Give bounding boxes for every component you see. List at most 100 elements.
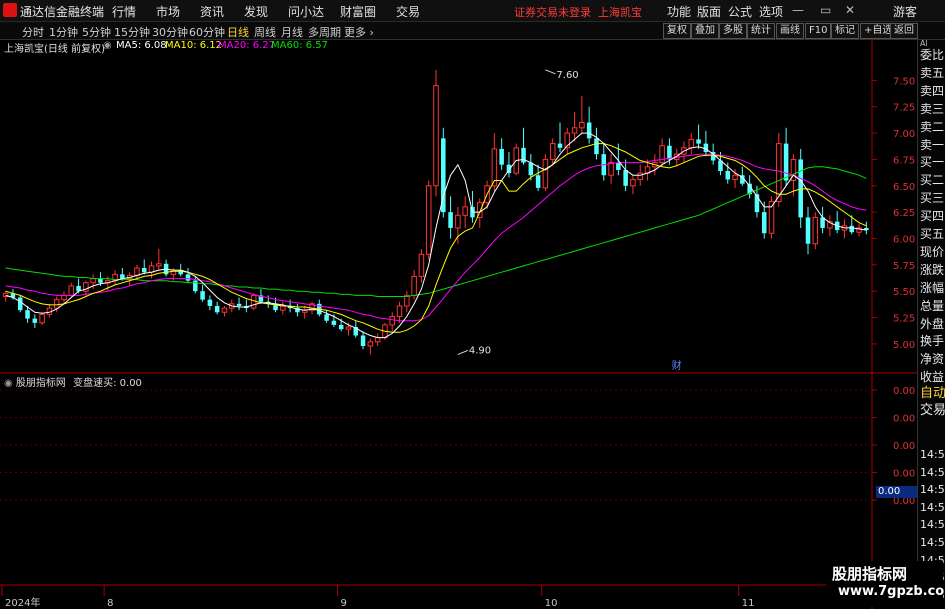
menu-discover[interactable]: 发现 bbox=[244, 3, 268, 20]
sidebar-time: 14:56 bbox=[920, 483, 945, 497]
candle-body bbox=[411, 275, 417, 296]
candle-body bbox=[571, 127, 578, 134]
sidebar-item[interactable]: 卖一 bbox=[920, 137, 945, 154]
sidebar-item[interactable]: 委比 bbox=[920, 47, 945, 64]
sidebar-item[interactable]: 涨幅 bbox=[920, 280, 945, 297]
candle-body bbox=[214, 305, 220, 313]
period-30min[interactable]: 30分钟 bbox=[152, 24, 188, 40]
menu-quotes[interactable]: 行情 bbox=[112, 3, 136, 20]
menu-market[interactable]: 市场 bbox=[156, 3, 180, 20]
minimize-icon[interactable]: — bbox=[792, 3, 804, 17]
annotation-pointer bbox=[545, 69, 556, 75]
xtick-label: 8 bbox=[107, 598, 113, 609]
menu-options[interactable]: 选项 bbox=[759, 3, 783, 20]
period-more[interactable]: 更多 › bbox=[344, 24, 374, 40]
sub-tick-label: 0.00 bbox=[893, 386, 915, 397]
period-weekly[interactable]: 周线 bbox=[254, 24, 276, 40]
watermark-url: www.7gpzb.com bbox=[838, 584, 945, 599]
xtick-label: 10 bbox=[545, 598, 558, 609]
candle-body bbox=[236, 303, 242, 306]
menu-layout[interactable]: 版面 bbox=[697, 3, 721, 20]
sidebar-item[interactable]: 卖四 bbox=[920, 83, 945, 100]
candle-body bbox=[608, 162, 614, 176]
sidebar-item[interactable]: 卖五 bbox=[920, 65, 945, 82]
sidebar-item[interactable]: 收益 bbox=[920, 369, 945, 386]
period-toolbar: 分时 1分钟 5分钟 15分钟 30分钟 60分钟 日线 周线 月线 多周期 更… bbox=[0, 22, 945, 40]
stats-button[interactable]: 统计 bbox=[747, 23, 775, 39]
candle-body bbox=[61, 294, 67, 301]
app-title: 通达信金融终端 bbox=[20, 5, 105, 19]
login-notice[interactable]: 证券交易未登录 上海凯宝 bbox=[514, 4, 642, 20]
sidebar-item[interactable]: 卖二 bbox=[920, 119, 945, 136]
candle-body bbox=[404, 294, 410, 307]
candle-body bbox=[374, 337, 381, 343]
sidebar-item[interactable]: 总量 bbox=[920, 298, 945, 315]
sidebar-item[interactable]: 买三 bbox=[920, 190, 945, 207]
candle-body bbox=[98, 278, 103, 283]
site-watermark: 股朋指标网 www.7gpzb.com bbox=[826, 561, 945, 607]
sub-tick-label: 0.00 bbox=[893, 469, 915, 480]
sidebar-time: 14:56 bbox=[920, 500, 945, 514]
period-60min[interactable]: 60分钟 bbox=[189, 24, 225, 40]
sidebar-item[interactable]: 外盘 bbox=[920, 316, 945, 333]
mark-button[interactable]: 标记 bbox=[831, 23, 859, 39]
adjust-button[interactable]: 复权 bbox=[663, 23, 691, 39]
event-marker: 财 bbox=[672, 359, 682, 372]
candle-body bbox=[90, 278, 96, 284]
sidebar-item[interactable]: 买五 bbox=[920, 226, 945, 243]
candle-body bbox=[345, 326, 352, 330]
indicator-settings-icon[interactable]: ◉ bbox=[4, 378, 13, 389]
period-1min[interactable]: 1分钟 bbox=[49, 24, 78, 40]
menu-news[interactable]: 资讯 bbox=[200, 3, 224, 20]
draw-button[interactable]: 画线 bbox=[776, 23, 804, 39]
overlay-button[interactable]: 叠加 bbox=[691, 23, 719, 39]
close-icon[interactable]: ✕ bbox=[845, 3, 855, 17]
indicator-name: 股朋指标网 bbox=[15, 378, 66, 389]
sidebar-item[interactable]: 卖三 bbox=[920, 101, 945, 118]
sub-tick-label: 0.00 bbox=[893, 414, 915, 425]
menu-trade[interactable]: 交易 bbox=[396, 3, 420, 20]
candle-body bbox=[549, 143, 556, 160]
multi-stock-button[interactable]: 多股 bbox=[719, 23, 747, 39]
menu-ask[interactable]: 问小达 bbox=[288, 3, 324, 20]
candle-body bbox=[557, 143, 563, 148]
candle-body bbox=[696, 139, 701, 144]
period-multi[interactable]: 多周期 bbox=[308, 24, 341, 40]
xtick-label: 9 bbox=[341, 598, 347, 609]
candle-body bbox=[367, 341, 374, 347]
sidebar-item[interactable]: 净资 bbox=[920, 351, 945, 368]
period-daily[interactable]: 日线 bbox=[227, 24, 249, 40]
period-15min[interactable]: 15分钟 bbox=[114, 24, 150, 40]
auto-trade-label[interactable]: 自动 bbox=[920, 385, 945, 402]
candle-body bbox=[586, 122, 592, 139]
menu-wealth[interactable]: 财富圈 bbox=[340, 3, 376, 20]
candle-body bbox=[32, 318, 38, 323]
guest-label[interactable]: 游客 bbox=[893, 3, 917, 20]
candle-body bbox=[396, 305, 403, 318]
period-5min[interactable]: 5分钟 bbox=[82, 24, 111, 40]
ytick-label: 5.00 bbox=[893, 340, 915, 351]
f10-button[interactable]: F10 bbox=[805, 23, 832, 39]
indicator-info: ◉ 股朋指标网 变盘速买: 0.00 bbox=[4, 374, 142, 389]
candle-body bbox=[280, 305, 286, 311]
candle-body bbox=[68, 285, 75, 296]
sidebar-item[interactable]: 买一 bbox=[920, 154, 945, 171]
sidebar-item[interactable]: 买四 bbox=[920, 208, 945, 225]
xtick-label: 11 bbox=[742, 598, 755, 609]
ytick-label: 7.25 bbox=[893, 103, 915, 114]
restore-icon[interactable]: ▭ bbox=[820, 3, 831, 17]
sidebar-item[interactable]: 涨跌 bbox=[920, 262, 945, 279]
sidebar-item[interactable]: 买二 bbox=[920, 172, 945, 189]
candle-body bbox=[812, 216, 819, 245]
period-monthly[interactable]: 月线 bbox=[281, 24, 303, 40]
period-timeshare[interactable]: 分时 bbox=[22, 24, 44, 40]
back-button[interactable]: 返回 bbox=[890, 23, 918, 39]
auto-trade-label-2[interactable]: 交易 bbox=[920, 402, 945, 419]
candlestick-chart[interactable]: 7.50 7.25 7.00 6.75 6.50 6.25 6.00 5.75 5.50 5.25… bbox=[0, 40, 917, 609]
sidebar-item[interactable]: 换手 bbox=[920, 333, 945, 350]
sidebar-item[interactable]: 现价 bbox=[920, 244, 945, 261]
candle-body bbox=[39, 313, 45, 324]
sidebar-time: 14:56 bbox=[920, 448, 945, 461]
menu-function[interactable]: 功能 bbox=[667, 3, 691, 20]
menu-formula[interactable]: 公式 bbox=[728, 3, 752, 20]
